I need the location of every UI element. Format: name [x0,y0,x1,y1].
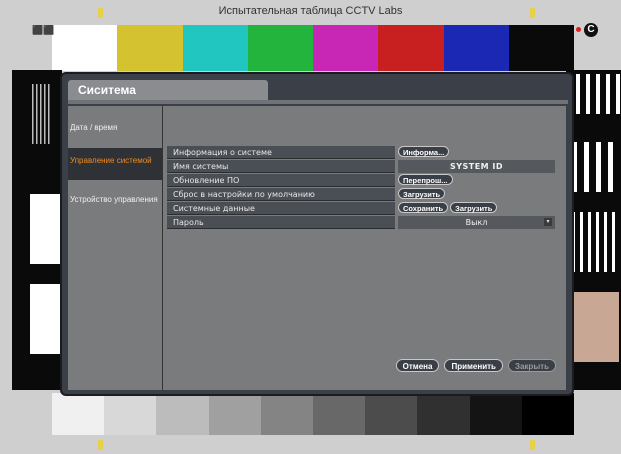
table-row: Обновление ПО Перепрош... [167,174,559,187]
marker [530,8,535,18]
gray-bar [469,393,522,435]
title-divider [68,100,568,104]
color-bars [52,25,574,71]
title-tab: Сиситема [68,80,268,100]
color-bar [443,25,509,71]
row-label-system-info: Информация о системе [167,146,395,159]
dialog-footer: Отмена Применить Закрыть [393,359,558,378]
table-row: Системные данные Сохранить Загрузить [167,202,559,215]
cancel-button[interactable]: Отмена [395,359,440,372]
test-chart-title: Испытательная таблица CCTV Labs [218,5,403,17]
dialog-title: Сиситема [78,83,136,97]
left-patterns [30,84,60,354]
system-name-field[interactable]: SYSTEM ID [398,160,555,173]
settings-table: Информация о системе Информа... Имя сист… [167,146,559,230]
gray-bar [52,393,105,435]
system-info-button[interactable]: Информа... [398,146,450,157]
color-bar [313,25,379,71]
row-label-firmware-update: Обновление ПО [167,174,395,187]
marker [98,440,103,450]
gray-bar [156,393,209,435]
gray-bar [417,393,470,435]
gray-scale-bars [52,393,575,435]
screen: Испытательная таблица CCTV Labs ⬛⬛ C Сис… [0,0,621,454]
table-row: Пароль Выкл ▾ [167,216,559,229]
system-dialog: Сиситема Дата / время Управление системо… [60,72,574,396]
marker [98,8,103,18]
chevron-down-icon[interactable]: ▾ [544,218,552,226]
brand-logo: ⬛⬛ [32,26,55,36]
system-data-save-button[interactable]: Сохранить [398,202,449,213]
table-row: Сброс в настройки по умолчанию Загрузить [167,188,559,201]
sidebar: Дата / время Управление системой Устройс… [68,106,163,390]
sidebar-item-system-management[interactable]: Управление системой [68,148,162,180]
color-bar [247,25,313,71]
row-label-password: Пароль [167,216,395,229]
color-bar [182,25,248,71]
marker [530,440,535,450]
copyright-logo: C [584,23,598,37]
gray-bar [208,393,261,435]
sidebar-item-control-device[interactable]: Устройство управления [68,192,162,208]
gray-bar [365,393,418,435]
gray-bar [260,393,314,435]
password-dropdown-value: Выкл [465,218,488,227]
color-bar [117,25,183,71]
color-bar [378,25,444,71]
row-label-system-name: Имя системы [167,160,395,173]
gray-bar [313,393,366,435]
color-bar [52,25,118,71]
dialog-body: Дата / время Управление системой Устройс… [68,106,566,390]
firmware-update-button[interactable]: Перепрош... [398,174,453,185]
gray-bar [521,393,575,435]
table-row: Информация о системе Информа... [167,146,559,159]
factory-reset-load-button[interactable]: Загрузить [398,188,446,199]
password-dropdown[interactable]: Выкл ▾ [398,216,555,229]
rec-indicator [576,27,581,32]
color-bar [508,25,574,71]
row-label-system-data: Системные данные [167,202,395,215]
apply-button[interactable]: Применить [444,359,503,372]
sidebar-item-datetime[interactable]: Дата / время [68,120,162,136]
gray-bar [104,393,157,435]
resolution-lines [572,74,620,362]
table-row: Имя системы SYSTEM ID [167,160,559,173]
system-data-load-button[interactable]: Загрузить [450,202,498,213]
close-button[interactable]: Закрыть [507,359,556,372]
row-label-factory-reset: Сброс в настройки по умолчанию [167,188,395,201]
